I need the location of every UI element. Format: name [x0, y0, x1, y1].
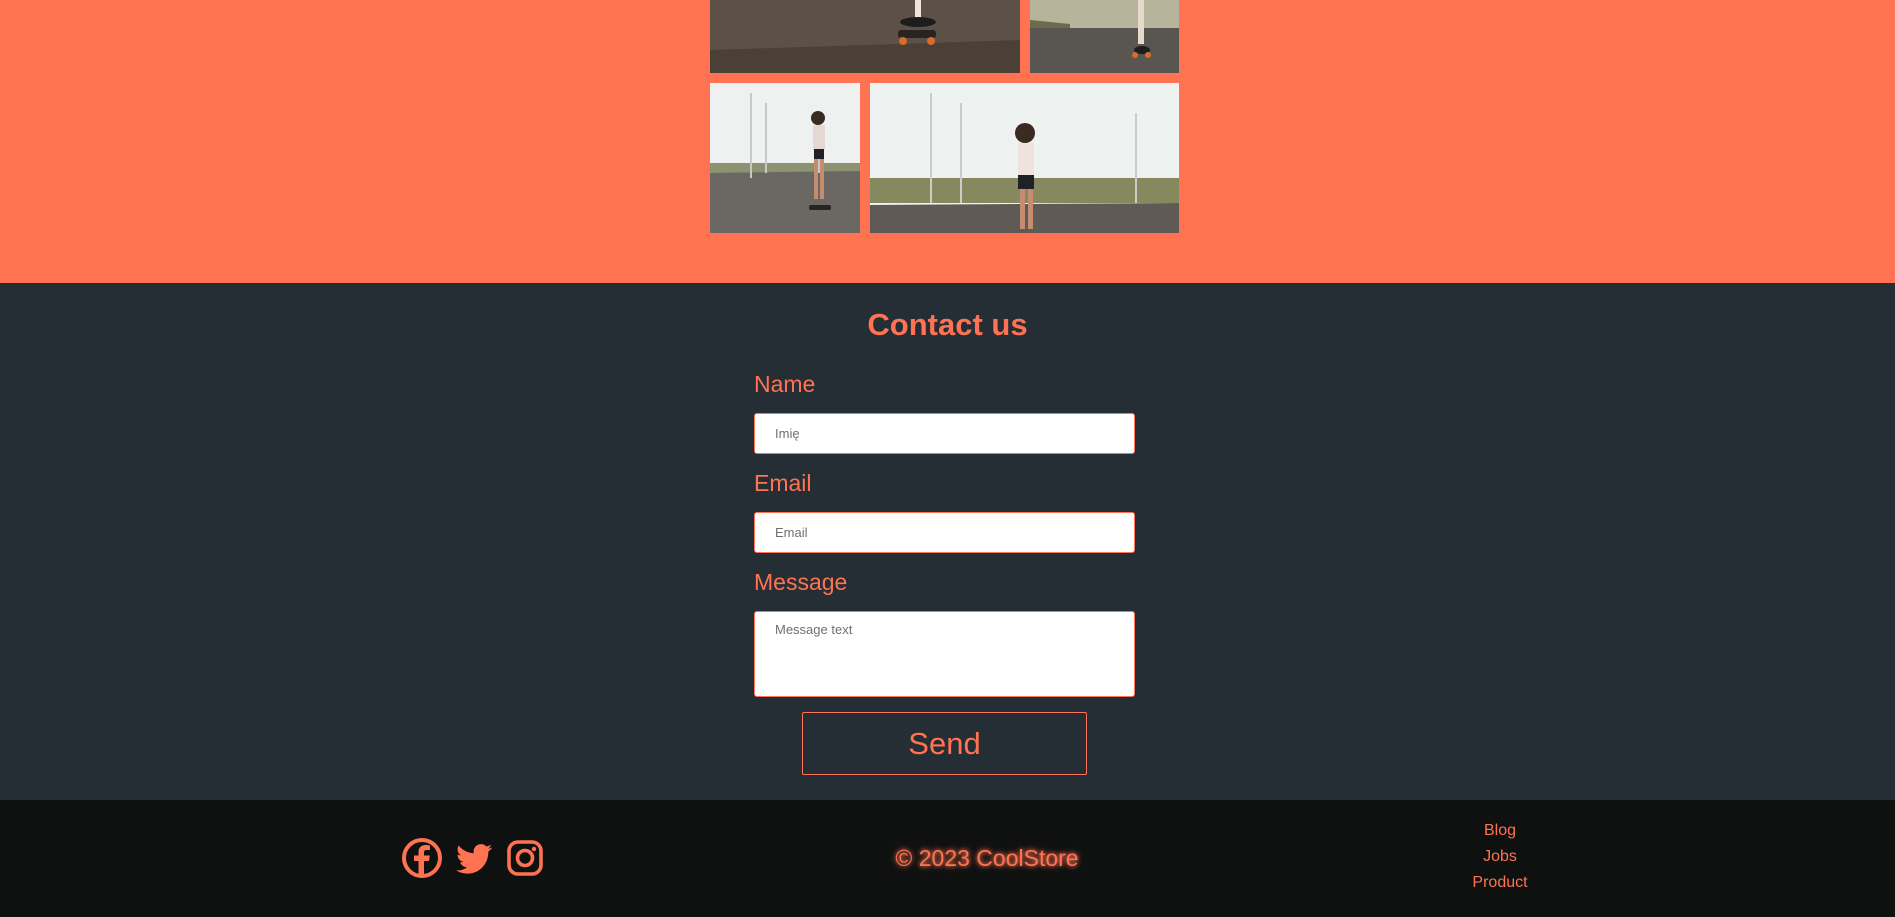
contact-section: Contact us Name Email Message Send: [0, 283, 1895, 800]
email-label: Email: [754, 470, 812, 496]
gallery-image-skater-girl-small: [710, 83, 860, 233]
footer-link-jobs[interactable]: Jobs: [1420, 844, 1580, 870]
name-label: Name: [754, 371, 816, 397]
footer-link-product[interactable]: Product: [1420, 870, 1580, 896]
name-input[interactable]: [754, 413, 1135, 454]
message-textarea[interactable]: [754, 611, 1135, 697]
gallery-section: [0, 0, 1895, 283]
gallery-image-skater-legs: [1030, 0, 1179, 73]
send-button[interactable]: Send: [802, 712, 1087, 775]
footer-links: Blog Jobs Product: [1420, 818, 1580, 896]
footer-link-blog[interactable]: Blog: [1420, 818, 1580, 844]
gallery-image-skater-girl-wide: [870, 83, 1179, 233]
gallery-image-skater-feet: [710, 0, 1020, 73]
contact-title: Contact us: [867, 307, 1028, 342]
footer: © 2023 CoolStore Blog Jobs Product: [0, 800, 1895, 917]
copyright-text: © 2023 CoolStore: [895, 845, 1079, 871]
message-label: Message: [754, 569, 848, 595]
email-input[interactable]: [754, 512, 1135, 553]
